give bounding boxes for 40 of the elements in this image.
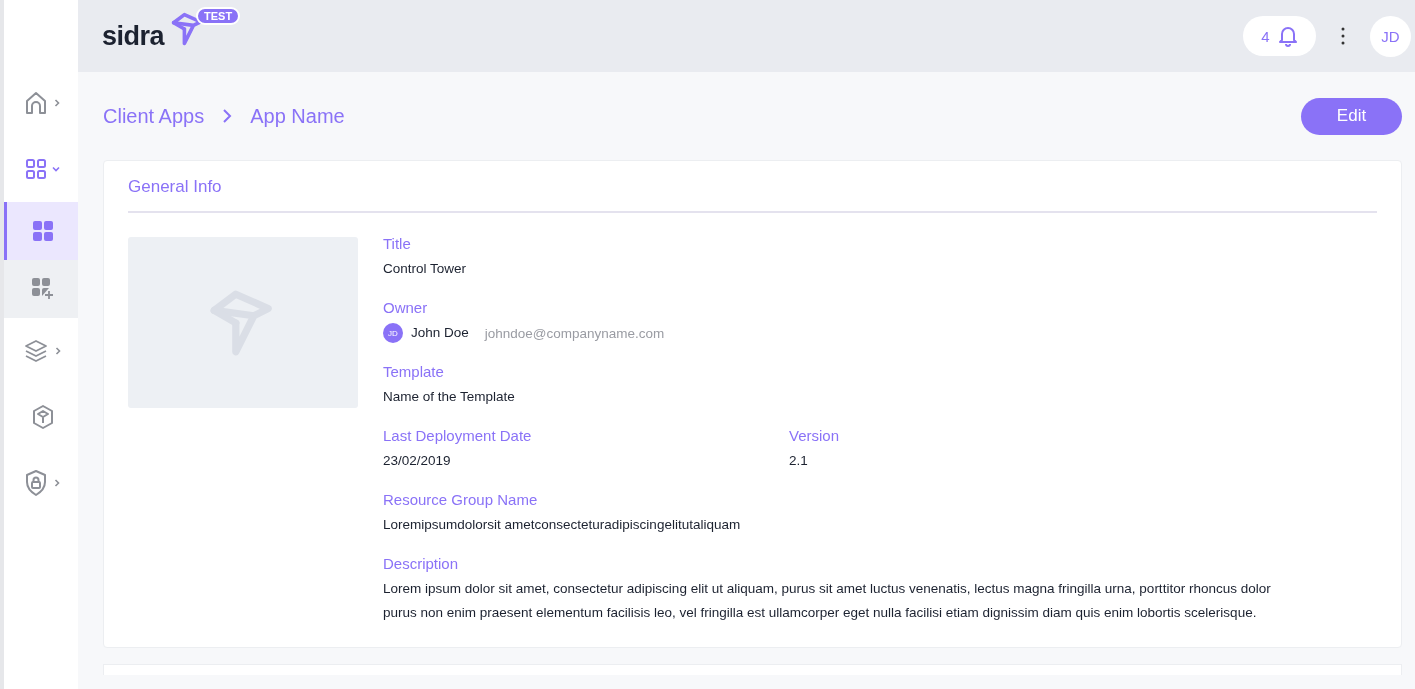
- cube-icon: [31, 405, 54, 429]
- grid-plus-icon: [31, 278, 54, 300]
- breadcrumb-link[interactable]: App Name: [250, 104, 345, 128]
- field-label: Last Deployment Date: [383, 427, 533, 444]
- field-label: Template: [383, 363, 445, 380]
- home-icon: [24, 91, 47, 115]
- chevron-right-icon: [53, 347, 62, 355]
- field-value: Loremipsumdolorsit ametconsecteturadipiscingelitutaliquam: [383, 516, 742, 534]
- notifications-button[interactable]: 4: [1243, 16, 1316, 56]
- shield-lock-icon: [24, 470, 47, 496]
- field-label: Owner: [383, 299, 429, 316]
- grid-icon: [32, 221, 53, 241]
- chevron-down-icon: [51, 165, 60, 173]
- sidebar-item[interactable]: [4, 260, 78, 318]
- field-value: Lorem ipsum dolor sit amet, consectetur adipiscing elit ut aliquam, purus sit amet luctus venenatis, lectus magna fringilla urna, porttitor rhoncus dolor purus non enim praesent elementum facilisis leo, vel fringilla est ullamcorper eget nulla facilisi etiam dignissim diam quis enim lobortis scelerisque.: [383, 580, 1272, 622]
- logo-text: sidra: [102, 20, 165, 52]
- grid-icon: [25, 159, 46, 179]
- field-value: 2.1: [789, 452, 809, 470]
- field-value: 23/02/2019: [383, 452, 452, 470]
- card-title: General Info: [128, 177, 1377, 213]
- field-label: Title: [383, 235, 412, 252]
- chevron-right-icon: [52, 99, 61, 107]
- field-value: Name of the Template: [383, 388, 516, 406]
- layers-icon: [23, 339, 48, 363]
- user-avatar[interactable]: JD: [1370, 15, 1411, 57]
- field-label: Version: [789, 427, 841, 444]
- more-icon[interactable]: [1341, 26, 1345, 46]
- bell-icon: [1277, 25, 1298, 47]
- environment-badge: TEST: [196, 7, 241, 25]
- field-label: Resource Group Name: [383, 491, 539, 508]
- owner-email: johndoe@companyname.com: [484, 325, 665, 341]
- field-value: Control Tower: [383, 260, 468, 278]
- owner-name: John Doe: [411, 324, 469, 342]
- edit-button[interactable]: Edit: [1301, 97, 1402, 135]
- breadcrumb-link[interactable]: Client Apps: [103, 104, 205, 128]
- chevron-right-icon: [52, 479, 61, 487]
- field-label: Description: [383, 555, 460, 572]
- chevron-right-icon: [222, 109, 233, 123]
- sidebar-item[interactable]: [4, 202, 78, 260]
- owner-avatar: JD: [383, 323, 403, 343]
